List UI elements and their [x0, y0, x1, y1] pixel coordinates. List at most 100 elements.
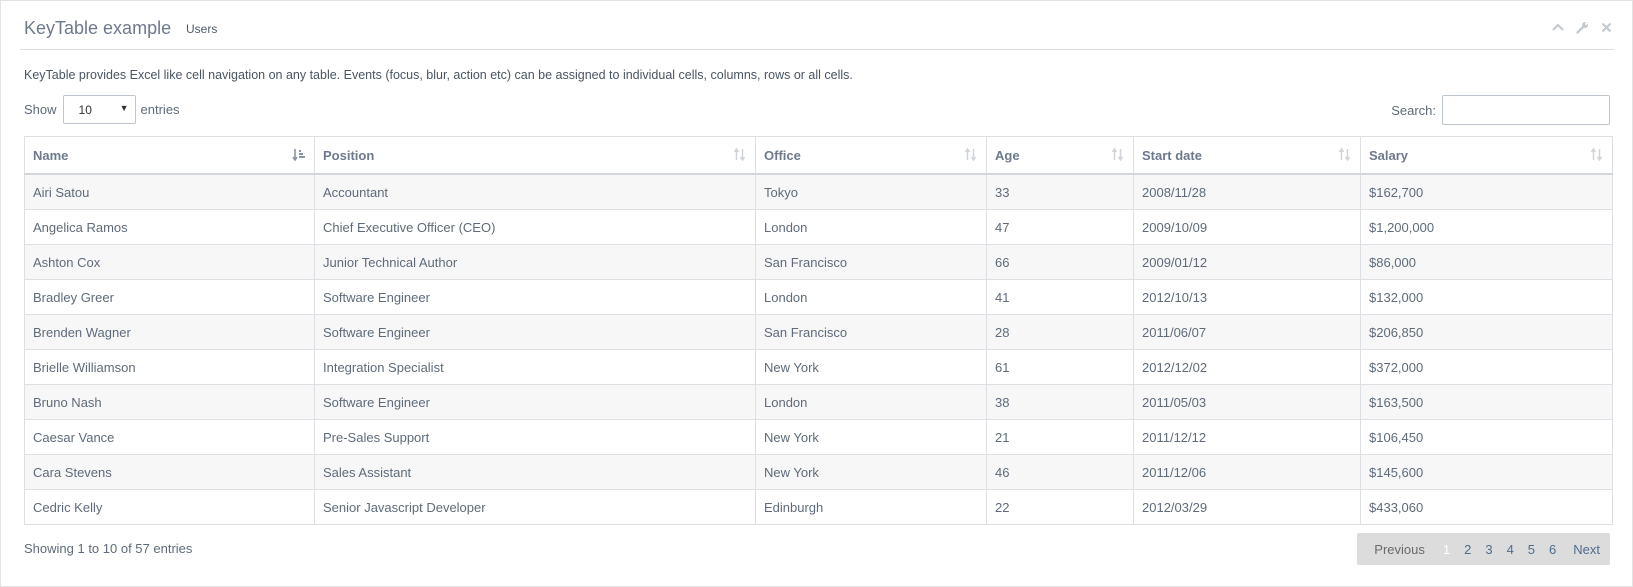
cell-age[interactable]: 38 [986, 384, 1134, 420]
cell-name[interactable]: Airi Satou [24, 173, 315, 210]
cell-age[interactable]: 61 [986, 349, 1134, 385]
cell-position[interactable]: Junior Technical Author [314, 244, 756, 280]
cell-position[interactable]: Software Engineer [314, 384, 756, 420]
entries-per-page-value: 10 [78, 103, 92, 117]
cell-salary[interactable]: $132,000 [1360, 279, 1613, 315]
table-body: Airi Satou Accountant Tokyo 33 2008/11/28 $16… [24, 173, 1613, 525]
cell-salary[interactable]: $106,450 [1360, 419, 1613, 455]
page-4-button[interactable]: 4 [1500, 542, 1521, 557]
cell-salary[interactable]: $206,850 [1360, 314, 1613, 350]
cell-name[interactable]: Cara Stevens [24, 454, 315, 490]
column-header-position[interactable]: Position [314, 136, 756, 175]
table-row: Brenden Wagner Software Engineer San Franc… [24, 314, 1613, 350]
cell-office[interactable]: New York [755, 454, 987, 490]
cell-position[interactable]: Software Engineer [314, 279, 756, 315]
cell-start-date[interactable]: 2012/10/13 [1133, 279, 1361, 315]
cell-name[interactable]: Cedric Kelly [24, 489, 315, 525]
column-header-office[interactable]: Office [755, 136, 987, 175]
cell-start-date[interactable]: 2011/06/07 [1133, 314, 1361, 350]
close-icon[interactable] [1598, 19, 1614, 35]
cell-start-date[interactable]: 2008/11/28 [1133, 173, 1361, 210]
cell-salary[interactable]: $433,060 [1360, 489, 1613, 525]
cell-salary[interactable]: $372,000 [1360, 349, 1613, 385]
cell-salary[interactable]: $86,000 [1360, 244, 1613, 280]
cell-start-date[interactable]: 2009/10/09 [1133, 209, 1361, 245]
cell-position[interactable]: Software Engineer [314, 314, 756, 350]
entries-per-page-select[interactable]: 10 ▼ [62, 95, 136, 124]
cell-start-date[interactable]: 2011/12/12 [1133, 419, 1361, 455]
page-1-button[interactable]: 1 [1436, 542, 1457, 557]
cell-office[interactable]: New York [755, 349, 987, 385]
cell-position[interactable]: Accountant [314, 173, 756, 210]
cell-salary[interactable]: $162,700 [1360, 173, 1613, 210]
column-header-label: Salary [1369, 147, 1409, 163]
cell-age[interactable]: 21 [986, 419, 1134, 455]
sort-icon [964, 147, 977, 164]
cell-position[interactable]: Chief Executive Officer (CEO) [314, 209, 756, 245]
search-input[interactable] [1442, 95, 1610, 125]
cell-age[interactable]: 33 [986, 173, 1134, 210]
page-2-button[interactable]: 2 [1457, 542, 1478, 557]
cell-age[interactable]: 22 [986, 489, 1134, 525]
table-row: Bruno Nash Software Engineer London 38 2011/… [24, 384, 1613, 420]
page-5-button[interactable]: 5 [1521, 542, 1542, 557]
cell-office[interactable]: London [755, 209, 987, 245]
sort-icon [733, 147, 746, 164]
cell-salary[interactable]: $1,200,000 [1360, 209, 1613, 245]
column-header-salary[interactable]: Salary [1360, 136, 1613, 175]
panel-tools [1550, 19, 1614, 37]
column-header-start-date[interactable]: Start date [1133, 136, 1361, 175]
cell-position[interactable]: Pre-Sales Support [314, 419, 756, 455]
cell-age[interactable]: 47 [986, 209, 1134, 245]
cell-age[interactable]: 28 [986, 314, 1134, 350]
entries-label: entries [140, 102, 180, 117]
cell-salary[interactable]: $163,500 [1360, 384, 1613, 420]
cell-office[interactable]: London [755, 384, 987, 420]
cell-start-date[interactable]: 2012/12/02 [1133, 349, 1361, 385]
cell-start-date[interactable]: 2011/05/03 [1133, 384, 1361, 420]
show-label: Show [24, 102, 57, 117]
cell-name[interactable]: Brenden Wagner [24, 314, 315, 350]
chevron-up-icon[interactable] [1550, 19, 1566, 35]
panel-subtitle: Users [186, 22, 218, 36]
cell-office[interactable]: San Francisco [755, 314, 987, 350]
cell-name[interactable]: Bruno Nash [24, 384, 315, 420]
page-3-button[interactable]: 3 [1478, 542, 1499, 557]
table-info: Showing 1 to 10 of 57 entries [24, 541, 193, 556]
table-row: Cara Stevens Sales Assistant New York 46 201… [24, 454, 1613, 490]
next-page-button[interactable]: Next [1563, 542, 1600, 557]
cell-office[interactable]: Edinburgh [755, 489, 987, 525]
cell-start-date[interactable]: 2009/01/12 [1133, 244, 1361, 280]
previous-page-button[interactable]: Previous [1367, 542, 1436, 557]
cell-start-date[interactable]: 2011/12/06 [1133, 454, 1361, 490]
cell-age[interactable]: 66 [986, 244, 1134, 280]
cell-start-date[interactable]: 2012/03/29 [1133, 489, 1361, 525]
cell-name[interactable]: Ashton Cox [24, 244, 315, 280]
table-row: Ashton Cox Junior Technical Author San Fra… [24, 244, 1613, 280]
column-header-label: Office [764, 147, 801, 163]
cell-office[interactable]: New York [755, 419, 987, 455]
table-row: Airi Satou Accountant Tokyo 33 2008/11/28 $16… [24, 173, 1613, 210]
cell-age[interactable]: 46 [986, 454, 1134, 490]
wrench-icon[interactable] [1574, 19, 1590, 35]
cell-name[interactable]: Caesar Vance [24, 419, 315, 455]
caret-down-icon: ▼ [119, 103, 129, 113]
cell-office[interactable]: Tokyo [755, 173, 987, 210]
cell-name[interactable]: Angelica Ramos [24, 209, 315, 245]
page-6-button[interactable]: 6 [1542, 542, 1563, 557]
column-header-name[interactable]: Name [24, 136, 315, 175]
cell-age[interactable]: 41 [986, 279, 1134, 315]
cell-position[interactable]: Senior Javascript Developer [314, 489, 756, 525]
table-row: Brielle Williamson Integration Specialist… [24, 349, 1613, 385]
cell-position[interactable]: Sales Assistant [314, 454, 756, 490]
column-header-label: Age [995, 147, 1020, 163]
users-table: Name Position Office Age Start date Salary Ai… [24, 136, 1613, 525]
cell-salary[interactable]: $145,600 [1360, 454, 1613, 490]
cell-name[interactable]: Bradley Greer [24, 279, 315, 315]
cell-name[interactable]: Brielle Williamson [24, 349, 315, 385]
cell-office[interactable]: San Francisco [755, 244, 987, 280]
cell-position[interactable]: Integration Specialist [314, 349, 756, 385]
panel-title: KeyTable example [24, 18, 172, 38]
column-header-age[interactable]: Age [986, 136, 1134, 175]
cell-office[interactable]: London [755, 279, 987, 315]
